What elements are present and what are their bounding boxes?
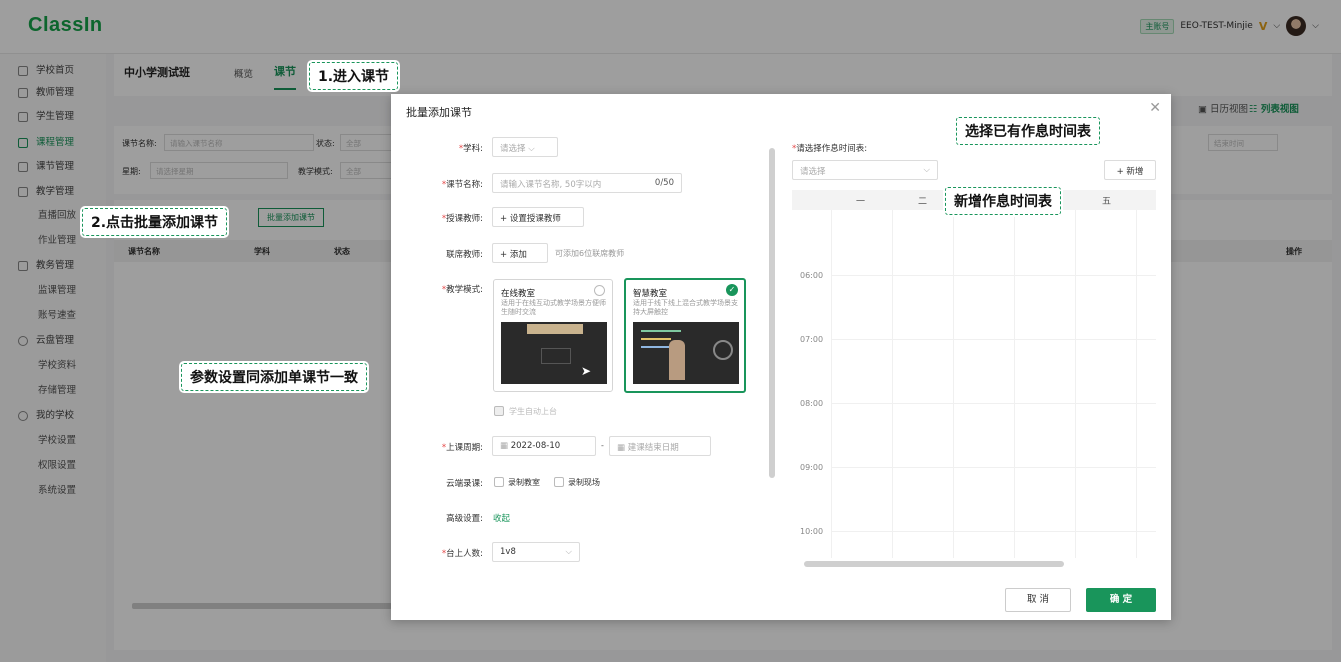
char-count: 0/50: [654, 178, 674, 188]
auto-stage-checkbox[interactable]: [494, 406, 504, 416]
add-schedule-button[interactable]: + 新增: [1104, 160, 1156, 180]
calendar-horizontal-scrollbar[interactable]: [792, 559, 1156, 569]
time-label: 07:00: [800, 335, 824, 344]
calendar-icon: ▦: [500, 441, 509, 451]
lesson-name-label: *课节名称:: [441, 180, 483, 190]
confirm-button[interactable]: 确 定: [1086, 588, 1156, 612]
callout-enter-lesson: 1.进入课节: [309, 62, 399, 90]
subject-select[interactable]: 请选择 ⌵: [492, 137, 558, 157]
advanced-toggle-link[interactable]: 收起: [493, 512, 510, 524]
record-site-label: 录制现场: [568, 478, 600, 487]
online-classroom-preview-image: ➤: [501, 322, 607, 384]
cloud-record-label: 云端录课:: [446, 479, 483, 489]
mode-online-title: 在线教室: [501, 289, 536, 299]
stage-count-select[interactable]: 1v8 ⌵: [492, 542, 580, 562]
mode-smart-title: 智慧教室: [633, 289, 668, 299]
check-icon[interactable]: ✓: [726, 284, 738, 296]
cancel-button[interactable]: 取 消: [1005, 588, 1071, 612]
add-assist-teacher-button[interactable]: + 添加: [492, 243, 548, 263]
assist-teacher-label: 联席教师:: [446, 250, 483, 260]
cursor-icon: ➤: [581, 364, 592, 378]
schedule-select[interactable]: 请选择 ⌵: [792, 160, 938, 180]
time-label: 09:00: [800, 463, 824, 472]
record-classroom-label: 录制教室: [508, 478, 540, 487]
chevron-down-icon: ⌵: [528, 144, 535, 154]
stage-count-label: *台上人数:: [441, 549, 483, 559]
auto-stage-label: 学生自动上台: [509, 407, 557, 416]
lesson-name-input[interactable]: 请输入课节名称, 50字以内 0/50: [492, 173, 682, 193]
weekday-mon: 一: [856, 197, 866, 207]
subject-label: *学科:: [458, 144, 483, 154]
mode-smart-classroom-card[interactable]: 智慧教室 适用于线下线上混合式教学场景支持大屏触控 ✓: [624, 278, 746, 393]
mode-online-classroom-card[interactable]: 在线教室 适用于在线互动式教学场景方便师生随时交流 ➤: [493, 279, 613, 392]
record-site-checkbox[interactable]: [554, 477, 564, 487]
record-classroom-checkbox[interactable]: [494, 477, 504, 487]
period-end-input[interactable]: ▦ 建课结束日期: [609, 436, 711, 456]
period-separator: -: [601, 441, 604, 450]
time-label: 06:00: [800, 271, 824, 280]
advanced-settings-label: 高级设置:: [446, 514, 483, 524]
callout-click-batch-add: 2.点击批量添加课节: [82, 208, 228, 236]
set-teacher-button[interactable]: + 设置授课教师: [492, 207, 584, 227]
weekday-tue: 二: [918, 197, 928, 207]
radio-icon[interactable]: [594, 285, 605, 296]
period-label: *上课周期:: [441, 443, 483, 453]
teaching-mode-label: *教学模式:: [441, 285, 483, 295]
callout-select-schedule: 选择已有作息时间表: [956, 117, 1100, 145]
callout-new-schedule: 新增作息时间表: [945, 187, 1061, 215]
smart-classroom-preview-image: [633, 322, 739, 384]
time-label: 08:00: [800, 399, 824, 408]
form-vertical-scrollbar[interactable]: [768, 140, 776, 572]
schedule-label: *请选择作息时间表:: [792, 144, 868, 154]
time-label: 10:00: [800, 527, 824, 536]
chevron-down-icon: ⌵: [923, 165, 930, 175]
chevron-down-icon: ⌵: [565, 547, 572, 557]
batch-add-lesson-dialog: 批量添加课节 ✕ *学科: 请选择 ⌵ *课节名称: 请输入课节名称, 50字以…: [391, 94, 1171, 620]
teacher-label: *授课教师:: [441, 214, 483, 224]
assist-teacher-hint: 可添加6位联席教师: [555, 249, 625, 258]
callout-same-params: 参数设置同添加单课节一致: [181, 363, 367, 391]
mode-online-desc: 适用于在线互动式教学场景方便师生随时交流: [501, 299, 606, 316]
dialog-title: 批量添加课节: [406, 106, 472, 119]
weekday-fri: 五: [1102, 197, 1112, 207]
calendar-icon: ▦: [617, 443, 626, 453]
close-icon[interactable]: ✕: [1149, 100, 1161, 116]
mode-smart-desc: 适用于线下线上混合式教学场景支持大屏触控: [633, 299, 738, 316]
period-start-input[interactable]: ▦ 2022-08-10: [492, 436, 596, 456]
